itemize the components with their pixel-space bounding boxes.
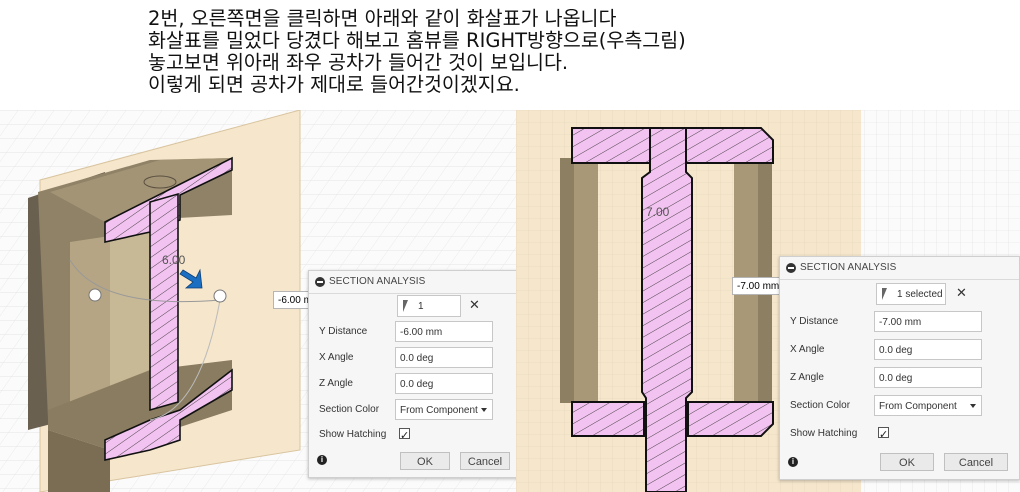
close-icon[interactable]: ✕: [956, 285, 967, 301]
checkbox-checked-icon[interactable]: [399, 425, 410, 447]
row-y-distance: Y Distance -7.00 mm: [790, 311, 1020, 333]
section-analysis-panel: SECTION ANALYSIS 1 selected ✕ Y Distance…: [779, 256, 1020, 480]
y-distance-field[interactable]: -7.00 mm: [874, 311, 982, 332]
section-color-label: Section Color: [319, 404, 380, 415]
caption-line-1: 2번, 오른쪽면을 클릭하면 아래와 같이 화살표가 나옵니다: [148, 7, 617, 30]
section-top-right: [685, 127, 774, 164]
show-hatching-label: Show Hatching: [319, 429, 387, 440]
x-angle-field[interactable]: 0.0 deg: [395, 347, 493, 368]
section-web: [641, 127, 693, 492]
minus-circle-icon[interactable]: [786, 263, 796, 273]
show-hatching-label: Show Hatching: [790, 428, 858, 439]
row-y-distance: Y Distance -6.00 mm: [319, 321, 516, 343]
x-angle-field[interactable]: 0.0 deg: [874, 339, 982, 360]
z-angle-label: Z Angle: [790, 372, 824, 383]
z-angle-label: Z Angle: [319, 378, 353, 389]
left-viewport[interactable]: 6.00 -6.00 mm ⋮ SECTION ANALYSIS 1 selec…: [0, 110, 516, 492]
row-section-color: Section Color From Component: [790, 395, 1020, 417]
section-bottom-left: [571, 401, 645, 437]
close-icon[interactable]: ✕: [469, 297, 480, 313]
rotation-handle-right[interactable]: [213, 289, 227, 303]
dimension-label: 7.00: [646, 205, 670, 219]
row-x-angle: X Angle 0.0 deg: [319, 347, 516, 369]
section-color-select[interactable]: From Component: [874, 395, 982, 416]
panel-header[interactable]: SECTION ANALYSIS: [780, 257, 1019, 280]
x-angle-label: X Angle: [319, 352, 354, 363]
rotation-handle-left[interactable]: [88, 288, 102, 302]
y-distance-field[interactable]: -6.00 mm: [395, 321, 493, 342]
cancel-button[interactable]: Cancel: [944, 453, 1008, 471]
selection-box[interactable]: 1 selected: [876, 283, 946, 305]
caption-text: 2번, 오른쪽면을 클릭하면 아래와 같이 화살표가 나옵니다 화살표를 밀었다…: [148, 8, 686, 96]
row-z-angle: Z Angle 0.0 deg: [319, 373, 516, 395]
section-analysis-panel: SECTION ANALYSIS 1 selected ✕ Y Distance…: [308, 270, 516, 478]
cancel-button[interactable]: Cancel: [460, 452, 510, 470]
section-top-left: [571, 127, 651, 164]
caption-line-3: 놓고보면 위아래 좌우 공차가 들어간 것이 보입니다.: [148, 51, 569, 74]
ok-button[interactable]: OK: [400, 452, 450, 470]
section-color-value: From Component: [400, 405, 478, 416]
section-color-value: From Component: [879, 401, 957, 412]
row-x-angle: X Angle 0.0 deg: [790, 339, 1020, 361]
selection-count: 1 selected: [897, 289, 943, 300]
x-angle-label: X Angle: [790, 344, 825, 355]
section-bottom-right: [687, 401, 774, 437]
y-distance-label: Y Distance: [790, 316, 839, 327]
ok-button[interactable]: OK: [880, 453, 934, 471]
minus-circle-icon[interactable]: [315, 277, 325, 287]
z-angle-field[interactable]: 0.0 deg: [395, 373, 493, 394]
row-show-hatching: Show Hatching: [790, 423, 1020, 446]
row-section-color: Section Color From Component: [319, 399, 516, 421]
section-color-label: Section Color: [790, 400, 851, 411]
y-distance-label: Y Distance: [319, 326, 368, 337]
cursor-arrow-icon: [882, 288, 887, 300]
dimension-label: 6.00: [162, 253, 186, 267]
z-angle-field[interactable]: 0.0 deg: [874, 367, 982, 388]
checkbox-checked-icon[interactable]: [878, 424, 889, 446]
left-post-shade: [560, 158, 574, 403]
info-icon[interactable]: i: [788, 457, 798, 467]
caption-line-2: 화살표를 밀었다 당겼다 해보고 홈뷰를 RIGHT방향으로(우측그림): [148, 29, 686, 52]
row-z-angle: Z Angle 0.0 deg: [790, 367, 1020, 389]
right-viewport[interactable]: 7.00 -7.00 mm ⋮ SECTION ANALYSIS 1 selec…: [516, 110, 1020, 492]
panel-title: SECTION ANALYSIS: [329, 276, 426, 287]
chevron-down-icon: [970, 404, 976, 408]
panel-header[interactable]: SECTION ANALYSIS: [309, 271, 516, 294]
cursor-arrow-icon: [403, 300, 408, 312]
row-show-hatching: Show Hatching: [319, 424, 516, 447]
info-icon[interactable]: i: [317, 455, 327, 465]
section-color-select[interactable]: From Component: [395, 399, 493, 420]
chevron-down-icon: [481, 408, 487, 412]
selection-box[interactable]: 1 selected: [397, 295, 461, 334]
caption-line-4: 이렇게 되면 공차가 제대로 들어간것이겠지요.: [148, 73, 520, 96]
panel-title: SECTION ANALYSIS: [800, 262, 897, 273]
